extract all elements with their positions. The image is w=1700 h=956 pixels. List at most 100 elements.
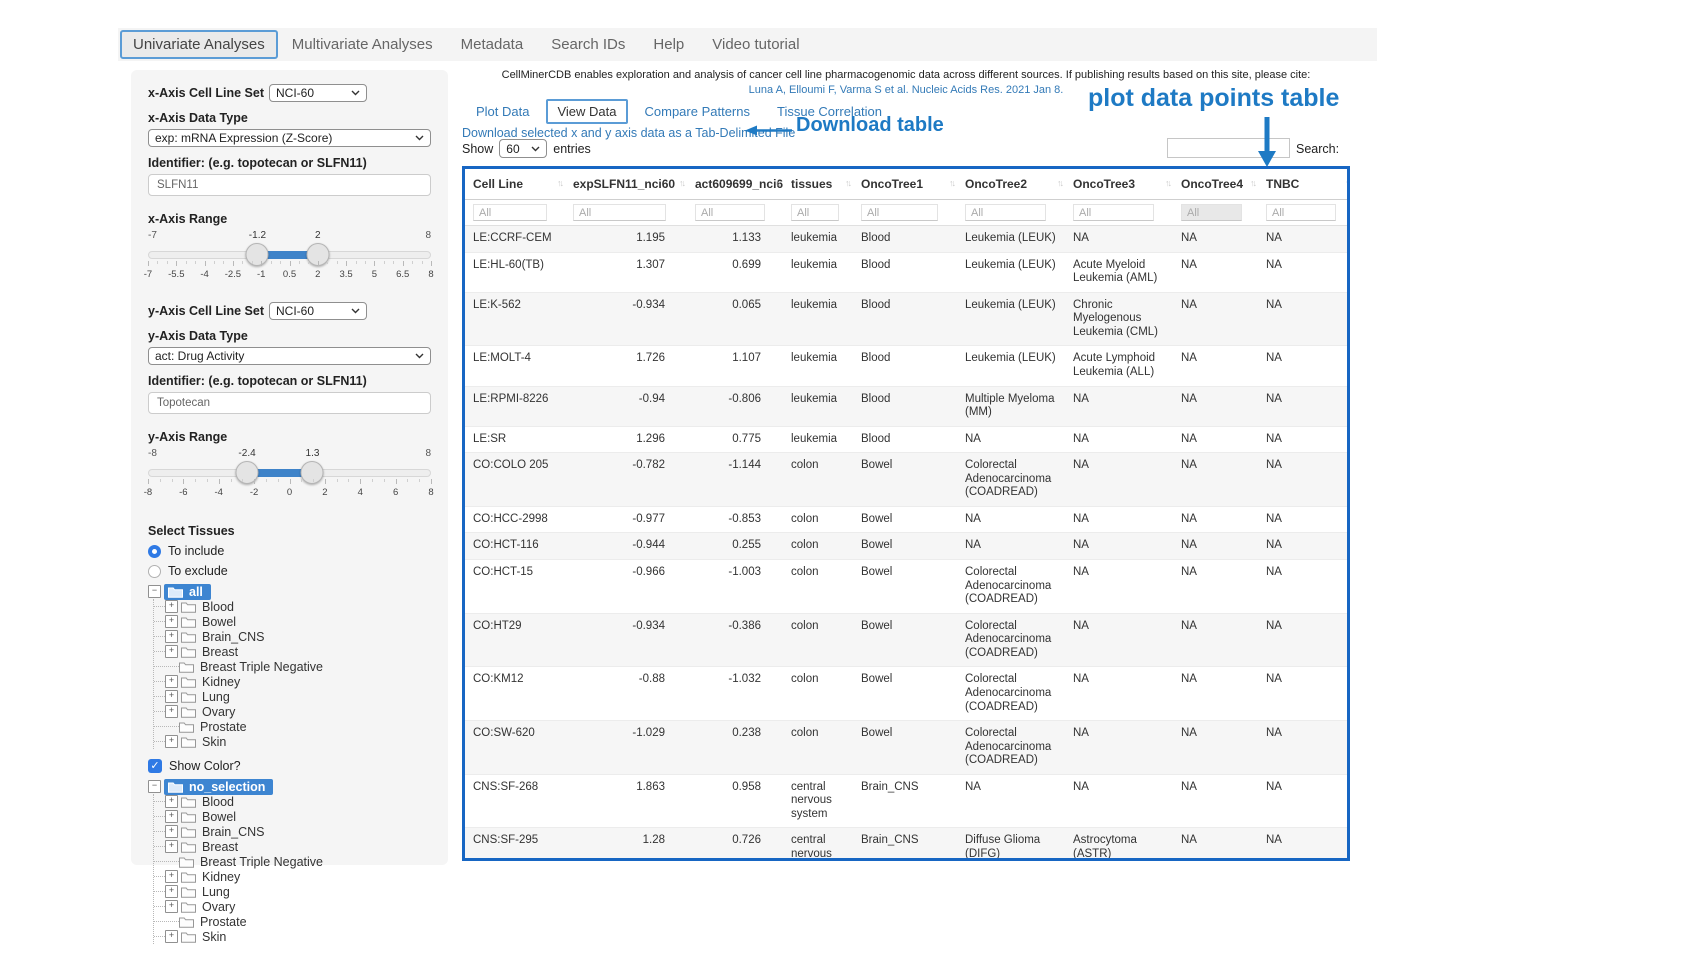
tree-node-kidney[interactable]: +Kidney [154, 674, 431, 689]
subtab-view-data[interactable]: View Data [546, 99, 627, 124]
column-filter-act609699-nci60[interactable] [695, 204, 765, 221]
y-identifier-input[interactable] [148, 392, 431, 414]
tree-node-bowel[interactable]: +Bowel [154, 809, 431, 824]
expand-icon[interactable]: + [165, 615, 178, 628]
column-header-tissues[interactable]: tissues↑↓ [783, 169, 853, 200]
expand-icon[interactable]: + [165, 705, 178, 718]
column-header-oncotree4[interactable]: OncoTree4↑↓ [1173, 169, 1258, 200]
column-filter-tnbc[interactable] [1266, 204, 1336, 221]
tree-node-no-selection[interactable]: −no_selection [148, 779, 431, 794]
expand-icon[interactable]: + [165, 885, 178, 898]
y-axis-range-slider[interactable]: -88-2.41.3-8-6-4-202468 [148, 448, 431, 504]
nav-tab-univariate-analyses[interactable]: Univariate Analyses [120, 30, 278, 59]
tree-node-skin[interactable]: +Skin [154, 734, 431, 749]
column-filter-oncotree3[interactable] [1073, 204, 1154, 221]
cell-oncotree4: NA [1173, 828, 1258, 861]
select-value: 60 [506, 142, 519, 156]
expand-icon[interactable]: + [165, 825, 178, 838]
y-cell-line-set-select[interactable]: NCI-60 [269, 302, 367, 320]
cell-tnbc: NA [1258, 506, 1350, 533]
column-header-oncotree3[interactable]: OncoTree3↑↓ [1065, 169, 1173, 200]
radio-to-exclude[interactable] [148, 565, 161, 578]
column-header-cell-line[interactable]: Cell Line↑↓ [465, 169, 565, 200]
tree-node-ovary[interactable]: +Ovary [154, 899, 431, 914]
expand-icon[interactable]: + [165, 795, 178, 808]
entries-select[interactable]: 60 [499, 139, 547, 158]
tree-node-all[interactable]: −all [148, 584, 431, 599]
tree-node-lung[interactable]: +Lung [154, 884, 431, 899]
expand-icon[interactable]: + [165, 600, 178, 613]
nav-tab-help[interactable]: Help [639, 29, 698, 60]
tree-node-lung[interactable]: +Lung [154, 689, 431, 704]
column-header-label: tissues [791, 177, 832, 191]
tree-node-ovary[interactable]: +Ovary [154, 704, 431, 719]
chevron-down-icon [351, 308, 360, 314]
tree-node-breast[interactable]: +Breast [154, 644, 431, 659]
sort-icon: ↑↓ [557, 178, 562, 188]
tree-node-breast[interactable]: +Breast [154, 839, 431, 854]
column-filter-oncotree2[interactable] [965, 204, 1046, 221]
tree-node-bowel[interactable]: +Bowel [154, 614, 431, 629]
sort-icon: ↑↓ [1057, 178, 1062, 188]
column-header-oncotree1[interactable]: OncoTree1↑↓ [853, 169, 957, 200]
nav-tab-video-tutorial[interactable]: Video tutorial [698, 29, 813, 60]
slider-min-label: -7 [148, 230, 157, 241]
sort-icon: ↑↓ [1345, 178, 1350, 188]
column-header-oncotree2[interactable]: OncoTree2↑↓ [957, 169, 1065, 200]
y-data-type-select[interactable]: act: Drug Activity [148, 347, 431, 365]
column-filter-expslfn11-nci60[interactable] [573, 204, 666, 221]
expand-icon[interactable]: + [165, 840, 178, 853]
tree-node-blood[interactable]: +Blood [154, 599, 431, 614]
subtab-compare-patterns[interactable]: Compare Patterns [635, 99, 761, 124]
tree-node-breast-triple-negative[interactable]: Breast Triple Negative [154, 659, 431, 674]
cell-oncotree2: Colorectal Adenocarcinoma (COADREAD) [957, 560, 1065, 614]
tree-node-brain-cns[interactable]: +Brain_CNS [154, 824, 431, 839]
collapse-icon[interactable]: − [148, 585, 161, 598]
folder-icon [181, 826, 196, 838]
expand-icon[interactable]: + [165, 810, 178, 823]
cell-expslfn11-nci60: -0.944 [565, 533, 687, 560]
x-axis-range-slider[interactable]: -78-1.22-7-5.5-4-2.5-10.523.556.58 [148, 230, 431, 286]
tree-selected-node: all [164, 584, 211, 600]
nav-tab-search-ids[interactable]: Search IDs [537, 29, 639, 60]
tree-node-brain-cns[interactable]: +Brain_CNS [154, 629, 431, 644]
expand-icon[interactable]: + [165, 675, 178, 688]
radio-to-include[interactable] [148, 545, 161, 558]
tree-node-label: Prostate [198, 720, 249, 734]
column-filter-oncotree1[interactable] [861, 204, 938, 221]
nav-tab-metadata[interactable]: Metadata [447, 29, 538, 60]
tree-node-kidney[interactable]: +Kidney [154, 869, 431, 884]
cell-oncotree3: NA [1065, 533, 1173, 560]
show-color-checkbox[interactable]: ✓ [148, 759, 162, 773]
column-filter-tissues[interactable] [791, 204, 839, 221]
collapse-icon[interactable]: − [148, 780, 161, 793]
tree-node-prostate[interactable]: Prostate [154, 914, 431, 929]
cell-tnbc: NA [1258, 252, 1350, 292]
expand-icon[interactable]: + [165, 900, 178, 913]
column-header-expslfn11-nci60[interactable]: expSLFN11_nci60↑↓ [565, 169, 687, 200]
tree-node-breast-triple-negative[interactable]: Breast Triple Negative [154, 854, 431, 869]
column-filter-oncotree4[interactable] [1181, 204, 1242, 221]
x-data-type-select[interactable]: exp: mRNA Expression (Z-Score) [148, 129, 431, 147]
column-header-act609699-nci60[interactable]: act609699_nci60↑↓ [687, 169, 783, 200]
folder-icon [168, 586, 183, 598]
subtab-plot-data[interactable]: Plot Data [466, 99, 539, 124]
expand-icon[interactable]: + [165, 735, 178, 748]
expand-icon[interactable]: + [165, 870, 178, 883]
expand-icon[interactable]: + [165, 930, 178, 943]
folder-icon [181, 811, 196, 823]
x-identifier-input[interactable] [148, 174, 431, 196]
expand-icon[interactable]: + [165, 630, 178, 643]
tree-node-blood[interactable]: +Blood [154, 794, 431, 809]
column-header-tnbc[interactable]: TNBC↑↓ [1258, 169, 1350, 200]
table-header-row: Cell Line↑↓expSLFN11_nci60↑↓act609699_nc… [465, 169, 1350, 200]
expand-icon[interactable]: + [165, 645, 178, 658]
tree-node-prostate[interactable]: Prostate [154, 719, 431, 734]
x-cell-line-set-select[interactable]: NCI-60 [269, 84, 367, 102]
expand-icon[interactable]: + [165, 690, 178, 703]
nav-tab-multivariate-analyses[interactable]: Multivariate Analyses [278, 29, 447, 60]
tree-node-skin[interactable]: +Skin [154, 929, 431, 944]
column-filter-cell-line[interactable] [473, 204, 547, 221]
table-row: LE:SR1.2960.775leukemiaBloodNANANANA [465, 426, 1350, 453]
slider-tick-label: 2 [322, 487, 327, 498]
